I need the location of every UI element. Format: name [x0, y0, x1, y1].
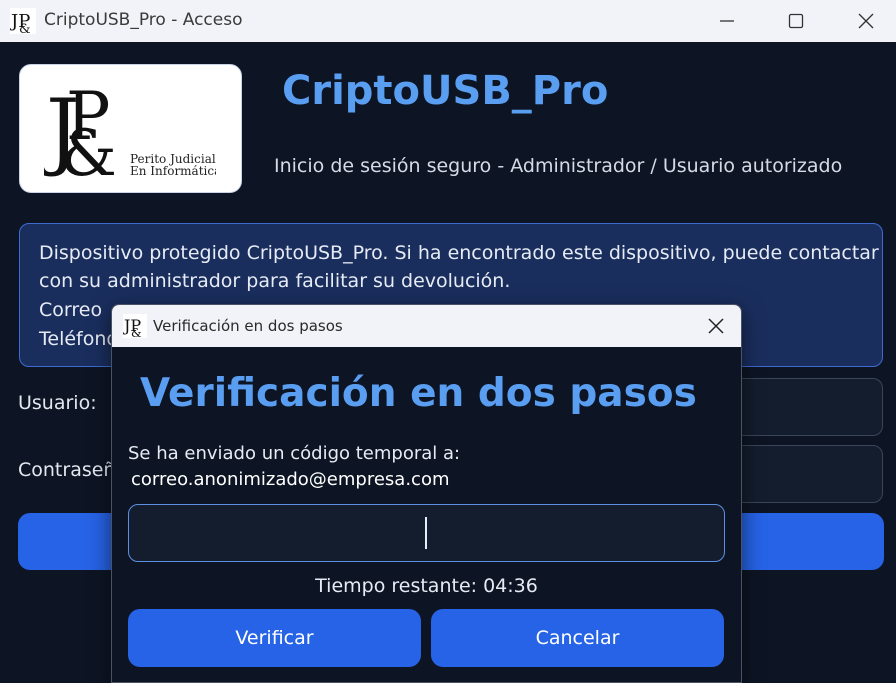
svg-text:&: & — [60, 117, 117, 187]
jp-logo-icon: JP & — [123, 314, 147, 338]
close-icon — [858, 13, 874, 29]
dialog-close-button[interactable] — [698, 311, 734, 341]
window-title: CriptoUSB_Pro - Acceso — [44, 10, 243, 30]
password-label: Contraseñ — [18, 459, 116, 481]
user-label: Usuario: — [18, 392, 97, 414]
svg-text:&: & — [19, 22, 31, 34]
perito-logo-icon: J P & Perito Judicial En Informática — [44, 75, 216, 187]
close-icon — [708, 318, 724, 334]
verify-button[interactable]: Verificar — [128, 609, 421, 667]
time-remaining: Tiempo restante: 04:36 — [315, 575, 538, 597]
minimize-icon — [720, 20, 734, 22]
jp-logo-icon: JP & — [10, 8, 36, 34]
notice-line: Dispositivo protegido CriptoUSB_Pro. Si … — [39, 242, 879, 264]
company-logo: J P & Perito Judicial En Informática — [19, 64, 242, 193]
notice-line: Correo — [39, 299, 103, 321]
close-button[interactable] — [843, 4, 889, 38]
text-caret — [425, 517, 427, 549]
two-step-dialog: JP & Verificación en dos pasos Verificac… — [111, 304, 742, 683]
dialog-heading: Verificación en dos pasos — [140, 371, 697, 416]
maximize-icon — [788, 13, 804, 29]
code-sent-info: Se ha enviado un código temporal a: — [128, 443, 461, 464]
title-bar: JP & CriptoUSB_Pro - Acceso — [0, 0, 896, 42]
app-title: CriptoUSB_Pro — [282, 68, 609, 114]
app-subtitle: Inicio de sesión seguro - Administrador … — [274, 155, 843, 177]
notice-line: con su administrador para facilitar su d… — [39, 270, 511, 292]
cancel-button[interactable]: Cancelar — [431, 609, 724, 667]
recipient-email: correo.anonimizado@empresa.com — [131, 469, 450, 490]
dialog-title: Verificación en dos pasos — [153, 317, 343, 335]
minimize-button[interactable] — [704, 4, 750, 38]
notice-line: Teléfono — [39, 328, 119, 350]
logo-line2: En Informática — [130, 164, 216, 178]
maximize-button[interactable] — [773, 4, 819, 38]
dialog-title-bar: JP & Verificación en dos pasos — [112, 305, 741, 347]
svg-text:&: & — [131, 326, 142, 338]
